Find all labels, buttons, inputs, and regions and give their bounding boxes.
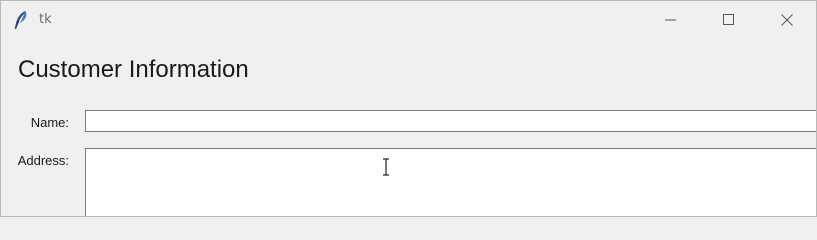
text-ibeam-cursor [381, 158, 391, 176]
minimize-icon [665, 14, 677, 26]
minimize-button[interactable] [642, 1, 700, 39]
feather-icon [11, 9, 31, 31]
name-label: Name: [30, 115, 69, 130]
maximize-icon [723, 14, 735, 26]
address-textarea[interactable] [85, 148, 816, 216]
app-window: tk Customer Information Name: Address: [0, 0, 817, 217]
maximize-button[interactable] [700, 1, 758, 39]
close-icon [781, 14, 793, 26]
close-button[interactable] [758, 1, 816, 39]
name-input[interactable] [85, 110, 816, 132]
title-bar[interactable]: tk [1, 1, 816, 39]
page-title: Customer Information [18, 56, 249, 83]
window-title: tk [39, 12, 52, 27]
address-label: Address: [17, 153, 69, 168]
form-panel: Customer Information Name: Address: [1, 39, 816, 216]
